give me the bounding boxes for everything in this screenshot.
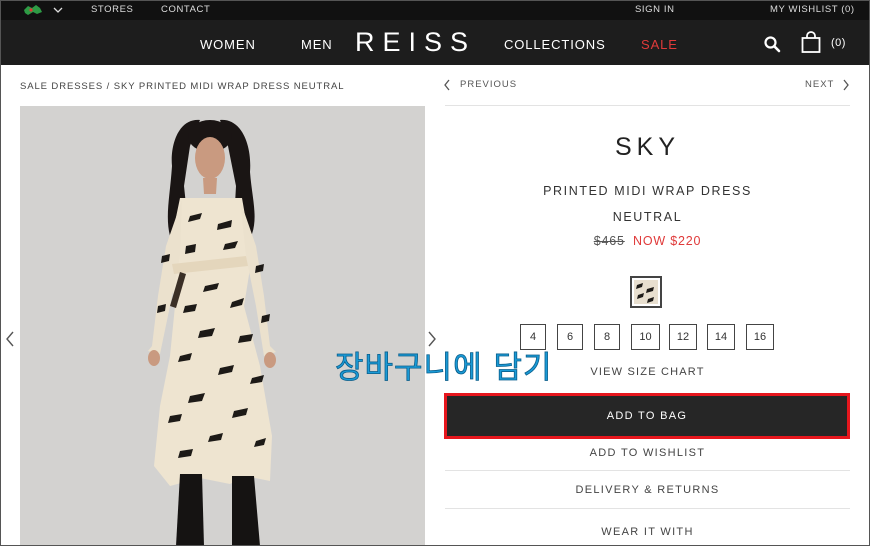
product-brand: SKY: [614, 133, 681, 161]
divider: [445, 105, 850, 106]
delivery-returns-toggle[interactable]: DELIVERY & RETURNS: [445, 484, 850, 496]
stores-link[interactable]: STORES: [91, 4, 134, 15]
breadcrumb[interactable]: SALE DRESSES / SKY PRINTED MIDI WRAP DRE…: [20, 81, 344, 92]
product-image[interactable]: [20, 106, 425, 546]
contact-link[interactable]: CONTACT: [161, 4, 210, 15]
size-option[interactable]: 14: [707, 324, 735, 350]
annotation-label: 장바구니에 담기: [335, 350, 553, 387]
swatch-pattern: [634, 280, 658, 304]
utility-bar: STORES CONTACT SIGN IN MY WISHLIST (0): [0, 0, 870, 20]
size-option[interactable]: 16: [746, 324, 774, 350]
reiss-logo[interactable]: REISS: [355, 27, 476, 58]
original-price: $465: [593, 234, 625, 248]
chevron-down-icon[interactable]: [52, 4, 64, 16]
size-option[interactable]: 12: [669, 324, 697, 350]
divider: [445, 470, 850, 471]
size-option[interactable]: 10: [631, 324, 660, 350]
product-name: PRINTED MIDI WRAP DRESS: [543, 184, 752, 198]
bag-count[interactable]: (0): [831, 37, 846, 49]
search-icon[interactable]: [763, 35, 781, 53]
previous-chevron-icon[interactable]: [443, 78, 451, 92]
size-option[interactable]: 8: [594, 324, 620, 350]
image-prev-arrow-icon[interactable]: [4, 330, 16, 348]
next-chevron-icon[interactable]: [842, 78, 850, 92]
nav-collections[interactable]: COLLECTIONS: [504, 37, 606, 52]
country-flag-icon[interactable]: [22, 4, 44, 16]
next-product-link[interactable]: NEXT: [805, 79, 834, 90]
nav-women[interactable]: WOMEN: [200, 37, 256, 52]
nav-sale[interactable]: SALE: [641, 37, 678, 52]
sale-price: NOW $220: [633, 234, 702, 248]
model-photo: [148, 119, 276, 546]
divider: [445, 508, 850, 509]
add-to-bag-button[interactable]: ADD TO BAG: [444, 393, 850, 439]
previous-product-link[interactable]: PREVIOUS: [460, 79, 517, 90]
add-to-wishlist-button[interactable]: ADD TO WISHLIST: [445, 447, 850, 459]
wishlist-link[interactable]: MY WISHLIST (0): [770, 4, 855, 15]
main-nav: WOMEN MEN REISS COLLECTIONS SALE (0): [0, 20, 870, 65]
product-color: NEUTRAL: [612, 210, 683, 224]
product-price: $465 NOW $220: [445, 234, 850, 248]
color-swatch[interactable]: [630, 276, 662, 308]
nav-men[interactable]: MEN: [301, 37, 333, 52]
wear-it-with-toggle[interactable]: WEAR IT WITH: [445, 526, 850, 538]
shopping-bag-icon[interactable]: [800, 30, 822, 54]
sign-in-link[interactable]: SIGN IN: [635, 4, 675, 15]
size-option[interactable]: 6: [557, 324, 583, 350]
